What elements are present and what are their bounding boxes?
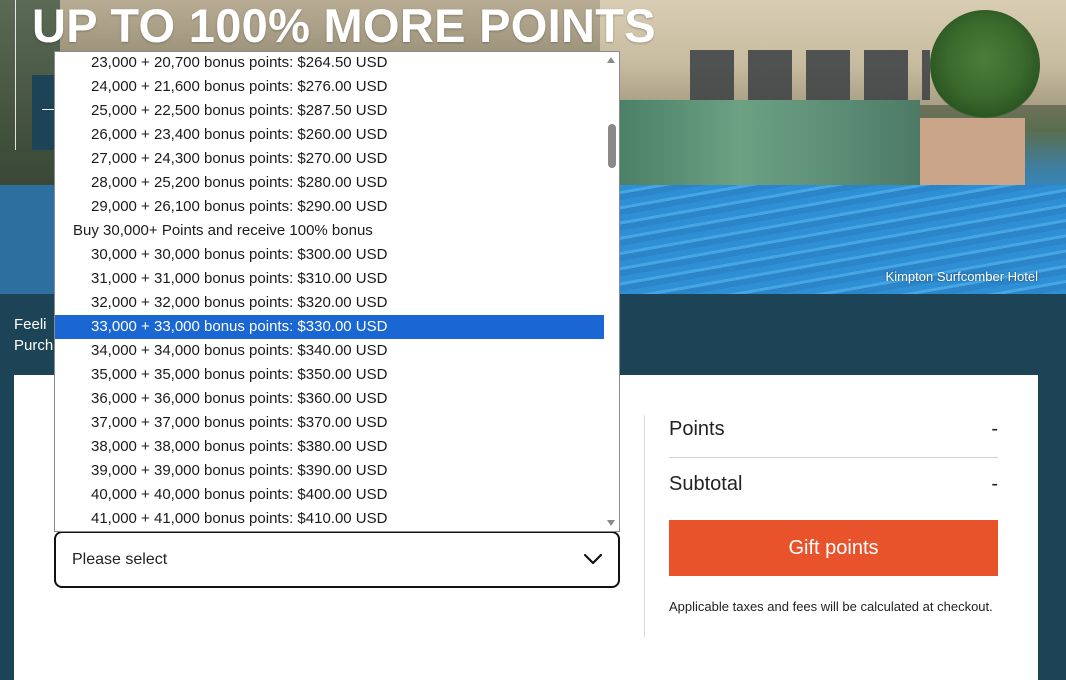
points-value: - [991,418,998,440]
hero-title: UP TO 100% MORE POINTS [32,0,656,52]
dropdown-scrollbar[interactable] [603,52,619,531]
dropdown-option[interactable]: 25,000 + 22,500 bonus points: $287.50 US… [55,99,604,123]
column-divider [644,415,645,637]
intro-text: Feeli Purch [14,314,53,356]
hero-plant [930,10,1040,120]
subtotal-value: - [991,473,998,495]
intro-line-1: Feeli [14,316,47,333]
scrollbar-thumb[interactable] [608,124,616,168]
dropdown-option[interactable]: 28,000 + 25,200 bonus points: $280.00 US… [55,171,604,195]
hero-decor-line [15,0,16,150]
taxes-note: Applicable taxes and fees will be calcul… [669,599,993,614]
points-label: Points [669,418,725,440]
dropdown-option[interactable]: 35,000 + 35,000 bonus points: $350.00 US… [55,363,604,387]
points-select-value: Please select [72,551,168,568]
dropdown-option[interactable]: 37,000 + 37,000 bonus points: $370.00 US… [55,411,604,435]
hero-pool-left [0,185,60,294]
scroll-down-arrow-icon[interactable] [606,518,616,528]
dropdown-option[interactable]: 41,000 + 41,000 bonus points: $410.00 US… [55,507,604,531]
dropdown-option[interactable]: 31,000 + 31,000 bonus points: $310.00 US… [55,267,604,291]
subtotal-label: Subtotal [669,473,743,495]
subtotal-summary-row: Subtotal - [669,473,998,499]
hero-lounge-chairs [690,50,930,100]
points-select[interactable]: Please select [54,531,620,588]
hero-mosaic-wall [620,100,920,185]
dropdown-option[interactable]: 24,000 + 21,600 bonus points: $276.00 US… [55,75,604,99]
dropdown-option[interactable]: 30,000 + 30,000 bonus points: $300.00 US… [55,243,604,267]
dropdown-option[interactable]: 33,000 + 33,000 bonus points: $330.00 US… [55,315,604,339]
dropdown-option[interactable]: 26,000 + 23,400 bonus points: $260.00 US… [55,123,604,147]
scroll-up-arrow-icon[interactable] [606,55,616,65]
photo-credit: Kimpton Surfcomber Hotel [885,269,1038,284]
dropdown-option[interactable]: 27,000 + 24,300 bonus points: $270.00 US… [55,147,604,171]
summary-divider [669,457,998,458]
intro-line-2: Purch [14,337,54,354]
dropdown-option[interactable]: 40,000 + 40,000 bonus points: $400.00 US… [55,483,604,507]
chevron-down-icon [583,553,603,565]
gift-points-button[interactable]: Gift points [669,520,998,576]
dropdown-option[interactable]: 38,000 + 38,000 bonus points: $380.00 US… [55,435,604,459]
hero-decor-tile [32,75,56,150]
dropdown-option[interactable]: 39,000 + 39,000 bonus points: $390.00 US… [55,459,604,483]
dropdown-option[interactable]: 36,000 + 36,000 bonus points: $360.00 US… [55,387,604,411]
dropdown-group-label: Buy 30,000+ Points and receive 100% bonu… [73,222,373,239]
points-summary-row: Points - [669,418,998,444]
dropdown-option[interactable]: 29,000 + 26,100 bonus points: $290.00 US… [55,195,604,219]
points-options-list[interactable]: 23,000 + 20,700 bonus points: $264.50 US… [54,51,620,532]
dropdown-option[interactable]: 34,000 + 34,000 bonus points: $340.00 US… [55,339,604,363]
hero-stone-wall [920,118,1025,188]
dropdown-option[interactable]: 23,000 + 20,700 bonus points: $264.50 US… [55,52,604,75]
dropdown-option[interactable]: 32,000 + 32,000 bonus points: $320.00 US… [55,291,604,315]
